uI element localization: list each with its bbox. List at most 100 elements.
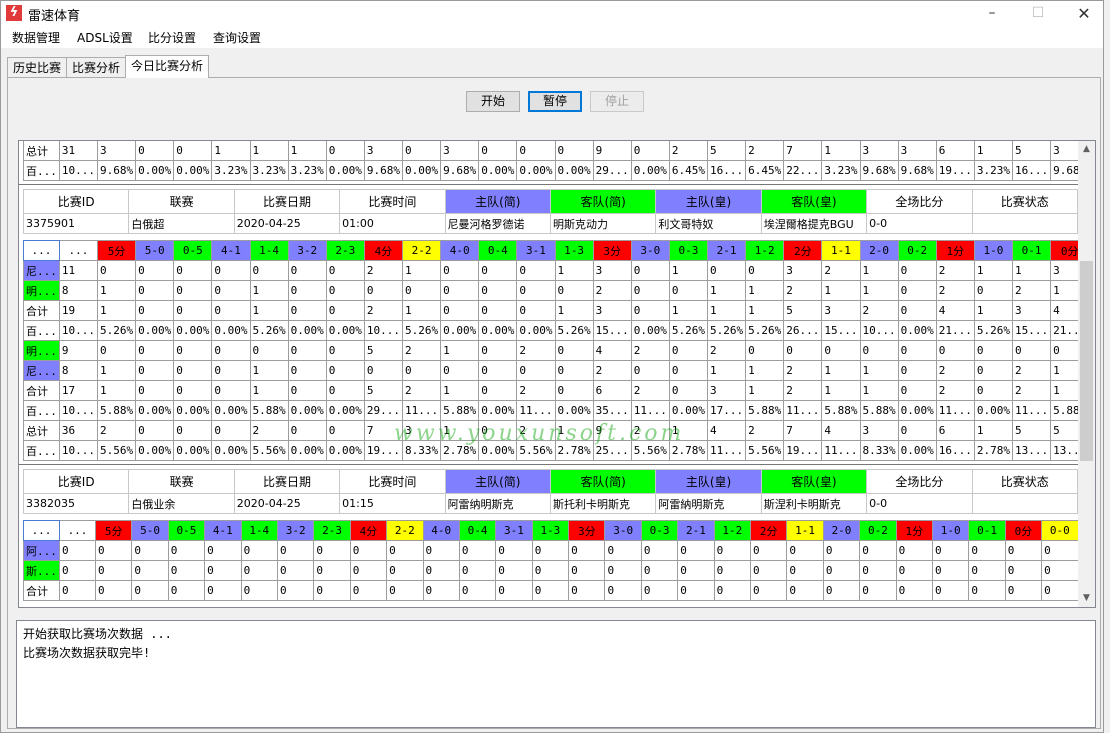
score-header-cell[interactable]: 1-1 xyxy=(821,240,861,261)
score-header-cell[interactable]: 5-0 xyxy=(131,520,169,541)
maximize-button[interactable]: ☐ xyxy=(1015,1,1061,26)
score-header-cell[interactable]: 2分 xyxy=(750,520,788,541)
column-header[interactable]: 联赛 xyxy=(128,469,235,494)
column-header[interactable]: 比赛状态 xyxy=(971,469,1078,494)
score-header-cell[interactable]: 0-3 xyxy=(668,240,709,261)
score-header-cell[interactable]: 1分 xyxy=(935,240,975,261)
menu-score-settings[interactable]: 比分设置 xyxy=(148,29,196,46)
table-row[interactable]: 合计19100010021000130111532041344 xyxy=(23,300,1095,321)
tab-history-matches[interactable]: 历史比赛 xyxy=(7,57,68,77)
column-header[interactable]: 主队(简) xyxy=(444,189,551,214)
table-row[interactable]: 合计17100010052102062031211020211 xyxy=(23,380,1095,401)
score-header-cell[interactable]: 2-0 xyxy=(822,520,861,541)
menu-data-management[interactable]: 数据管理 xyxy=(12,29,60,46)
close-button[interactable]: ✕ xyxy=(1061,1,1107,26)
score-header-cell[interactable]: 1-0 xyxy=(973,240,1014,261)
score-header-cell[interactable]: ... xyxy=(23,240,60,261)
stop-button[interactable]: 停止 xyxy=(590,91,644,112)
score-header-cell[interactable]: 2-2 xyxy=(401,240,442,261)
table-row[interactable]: 明...9000000052102042020000000000 xyxy=(23,340,1095,361)
title-bar[interactable]: ϟ 雷速体育 – ☐ ✕ xyxy=(1,1,1103,26)
score-header-cell[interactable]: 4分 xyxy=(363,240,404,261)
score-header-cell[interactable]: 1分 xyxy=(895,520,933,541)
table-row[interactable]: 合计 0 0 0 0 0 0 0 0 0 0 0 0 0 0 0 0 0 0 0 0 0 0 0 0 0 0 0 0 xyxy=(23,580,1079,601)
column-header[interactable]: 客队(简) xyxy=(549,189,657,214)
score-header-cell[interactable]: 2-1 xyxy=(677,520,715,541)
score-header-cell[interactable]: 3-2 xyxy=(287,240,327,261)
score-header-cell[interactable]: 3-0 xyxy=(604,520,642,541)
score-header-cell[interactable]: 1-2 xyxy=(745,240,785,261)
score-header-cell[interactable]: 2-3 xyxy=(325,240,365,261)
score-header-cell[interactable]: 3分 xyxy=(568,520,606,541)
table-row[interactable]: 尼...8100010000000020011211020211 xyxy=(23,360,1095,381)
column-header[interactable]: 主队(皇) xyxy=(655,469,762,494)
score-header-cell[interactable]: 3-1 xyxy=(495,520,533,541)
table-row[interactable]: 总计36200020073102192142743061555 xyxy=(23,420,1095,441)
score-header-cell[interactable]: 4-1 xyxy=(211,240,251,261)
table-row[interactable]: 阿... 0 0 0 0 0 0 0 0 0 0 0 0 0 0 0 0 0 0 0 0 0 0 0 0 0 0 0 0 xyxy=(23,540,1079,561)
minimize-button[interactable]: – xyxy=(969,1,1015,26)
column-header[interactable]: 客队(皇) xyxy=(760,469,868,494)
score-header-cell[interactable]: 1-0 xyxy=(931,520,970,541)
score-header-cell[interactable]: 0-4 xyxy=(478,240,518,261)
score-header-cell[interactable]: 3-1 xyxy=(516,240,556,261)
tab-today-analysis[interactable]: 今日比赛分析 xyxy=(125,55,210,78)
score-header-cell[interactable]: 2-3 xyxy=(313,520,351,541)
match-info-row[interactable]: 3375901 白俄超 2020-04-25 01:00 尼曼河格罗德诺 明斯克动力 利文哥… xyxy=(22,213,1078,234)
tab-match-analysis[interactable]: 比赛分析 xyxy=(66,57,127,77)
table-row[interactable]: 明...8100010000000020011211020211 xyxy=(23,280,1095,301)
score-header-cell[interactable]: 4-1 xyxy=(204,520,242,541)
score-header-cell[interactable]: 0-2 xyxy=(859,520,897,541)
score-header-cell[interactable]: 1-1 xyxy=(786,520,824,541)
score-header-cell[interactable]: 5分 xyxy=(96,240,137,261)
match-info-row[interactable]: 3382035 白俄业余 2020-04-25 01:15 阿雷纳明斯克 斯托利卡明斯克阿… xyxy=(22,493,1078,514)
pause-button[interactable]: 暂停 xyxy=(528,91,582,112)
score-header-cell[interactable]: 5-0 xyxy=(135,240,175,261)
score-header-cell[interactable]: 1-3 xyxy=(531,520,570,541)
score-header-cell[interactable]: 3-0 xyxy=(630,240,670,261)
score-header-cell[interactable]: 4-0 xyxy=(422,520,460,541)
column-header[interactable]: 客队(简) xyxy=(549,469,657,494)
column-header[interactable]: 比赛时间 xyxy=(339,469,446,494)
score-header-cell[interactable]: ... xyxy=(23,520,60,541)
table-row[interactable]: 尼...11000000021000130100321021133 xyxy=(23,260,1095,281)
score-header-cell[interactable]: 0-5 xyxy=(173,240,213,261)
score-header-cell[interactable]: ... xyxy=(59,520,96,541)
score-header-cell[interactable]: 4-0 xyxy=(440,240,480,261)
score-header-cell[interactable]: 3分 xyxy=(592,240,632,261)
score-header-cell[interactable]: 2-2 xyxy=(386,520,424,541)
score-header-cell[interactable]: 5分 xyxy=(94,520,133,541)
start-button[interactable]: 开始 xyxy=(466,91,520,112)
column-header[interactable]: 比赛状态 xyxy=(971,189,1078,214)
score-header-cell[interactable]: 3-2 xyxy=(276,520,315,541)
table-row[interactable]: 百... 10... 5.56% 0.00% 0.00% 0.00% 5.56% 0.00% 0… xyxy=(23,440,1095,461)
score-header-cell[interactable]: 0-0 xyxy=(1041,520,1079,541)
table-row[interactable]: 百... 10... 5.26% 0.00% 0.00% 0.00% 5.26% 0.00% 0… xyxy=(23,320,1095,341)
score-header-cell[interactable]: 2分 xyxy=(783,240,823,261)
vertical-scrollbar[interactable]: ▲ ▼ xyxy=(1078,141,1095,607)
table-row[interactable]: 百... 10... 9.68% 0.00% 0.00% 3.23% 3.23% 3.23% 0… xyxy=(23,160,1095,181)
column-header[interactable]: 客队(皇) xyxy=(760,189,868,214)
column-header[interactable]: 比赛时间 xyxy=(339,189,446,214)
column-header[interactable]: 比赛ID xyxy=(22,469,130,494)
column-header[interactable]: 比赛ID xyxy=(22,189,130,214)
analysis-grid[interactable]: 总计31300111030300090252713361533百...10...… xyxy=(18,140,1096,608)
scroll-up-icon[interactable]: ▲ xyxy=(1078,141,1095,158)
score-header-cell[interactable]: ... xyxy=(58,240,99,261)
column-header[interactable]: 全场比分 xyxy=(866,469,973,494)
scroll-down-icon[interactable]: ▼ xyxy=(1078,590,1095,607)
score-header-cell[interactable]: 2-1 xyxy=(706,240,747,261)
score-header-cell[interactable]: 1-3 xyxy=(554,240,594,261)
menu-query-settings[interactable]: 查询设置 xyxy=(213,29,261,46)
table-row[interactable]: 斯... 0 0 0 0 0 0 0 0 0 0 0 0 0 0 0 0 0 0 0 0 0 0 0 0 0 0 0 0 xyxy=(23,560,1079,581)
log-panel[interactable]: 开始获取比赛场次数据 ... 比赛场次数据获取完毕! xyxy=(16,620,1096,728)
score-header-cell[interactable]: 2-0 xyxy=(859,240,899,261)
score-header-cell[interactable]: 1-4 xyxy=(249,240,289,261)
column-header[interactable]: 联赛 xyxy=(128,189,235,214)
score-header-cell[interactable]: 0-5 xyxy=(167,520,206,541)
table-row[interactable]: 总计31300111030300090252713361533 xyxy=(23,141,1095,161)
score-header-cell[interactable]: 1-4 xyxy=(240,520,278,541)
column-header[interactable]: 主队(皇) xyxy=(655,189,762,214)
score-header-cell[interactable]: 0-1 xyxy=(1011,240,1052,261)
score-header-cell[interactable]: 4分 xyxy=(349,520,388,541)
